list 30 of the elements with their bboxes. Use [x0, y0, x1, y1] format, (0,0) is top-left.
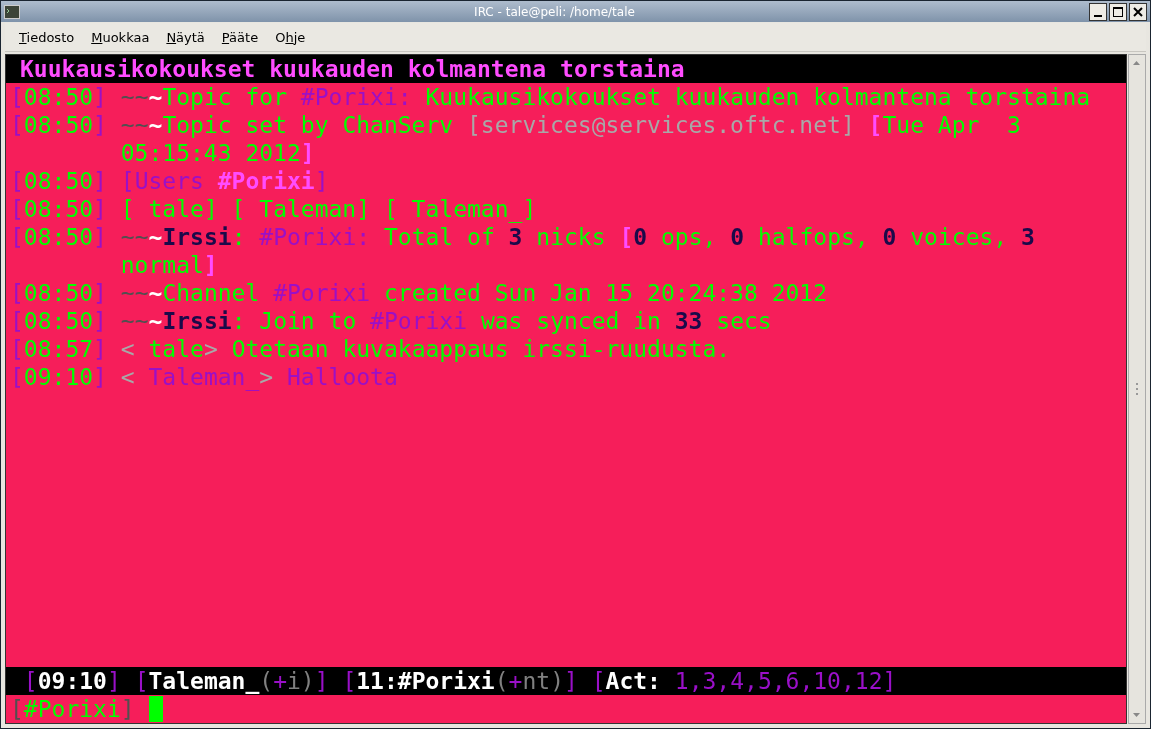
terminal-icon[interactable]	[4, 4, 20, 19]
menu-item[interactable]: Näytä	[157, 26, 213, 48]
chat-line: [08:50] ~~~Irssi: #Porixi: Total of 3 nicks [0 ops, 0 halfops, 0 voices, 3	[10, 224, 1035, 250]
menu-item[interactable]: Tiedosto	[10, 26, 83, 48]
menu-item[interactable]: Pääte	[212, 26, 267, 48]
chat-line: normal]	[120, 252, 218, 278]
chat-line: [09:10] < Taleman_> Halloota	[10, 364, 398, 390]
minimize-button[interactable]	[1089, 2, 1107, 21]
chat-line: [08:50] ~~~Topic set by ChanServ [services@services.oftc.net] [Tue Apr 3	[10, 112, 1021, 138]
chat-line: 05:15:43 2012]	[120, 140, 315, 166]
scrollbar[interactable]	[1128, 54, 1146, 724]
maximize-button[interactable]	[1109, 2, 1127, 21]
input-prompt: [#Porixi]	[10, 695, 135, 723]
close-icon	[1132, 5, 1144, 18]
chat-line: [08:50] [Users #Porixi]	[10, 168, 329, 194]
chat-line: [08:50] ~~~Topic for #Porixi: Kuukausikokoukset kuukauden kolmantena torstaina	[10, 84, 1091, 110]
window-title: IRC - tale@peli: /home/tale	[473, 4, 636, 19]
chat-line: [08:50] ~~~Irssi: Join to #Porixi was synced in 33 secs	[10, 308, 772, 334]
chat-line: [08:50] ~~~Channel #Porixi created Sun Jan 15 20:24:38 2012	[10, 280, 828, 306]
chat-line: [08:50] [ tale] [ Taleman] [ Taleman_]	[10, 196, 537, 222]
maximize-icon	[1112, 5, 1124, 18]
minimize-icon	[1094, 14, 1102, 17]
status-text: [09:10] [Taleman_(+i)] [11:#Porixi(+nt)] [Act: 1,3,4,5,6,10,12]	[22, 668, 897, 694]
text-cursor	[148, 696, 163, 722]
close-button[interactable]	[1129, 2, 1147, 21]
channel-topic: Kuukausikokoukset kuukauden kolmantena torstaina	[20, 56, 685, 82]
grip-icon[interactable]	[1135, 383, 1139, 395]
menu-item[interactable]: Ohje	[266, 26, 314, 48]
chat-line: [08:57] < tale> Otetaan kuvakaappaus irssi-ruudusta.	[10, 336, 731, 362]
menu-item[interactable]: Muokkaa	[82, 26, 158, 48]
